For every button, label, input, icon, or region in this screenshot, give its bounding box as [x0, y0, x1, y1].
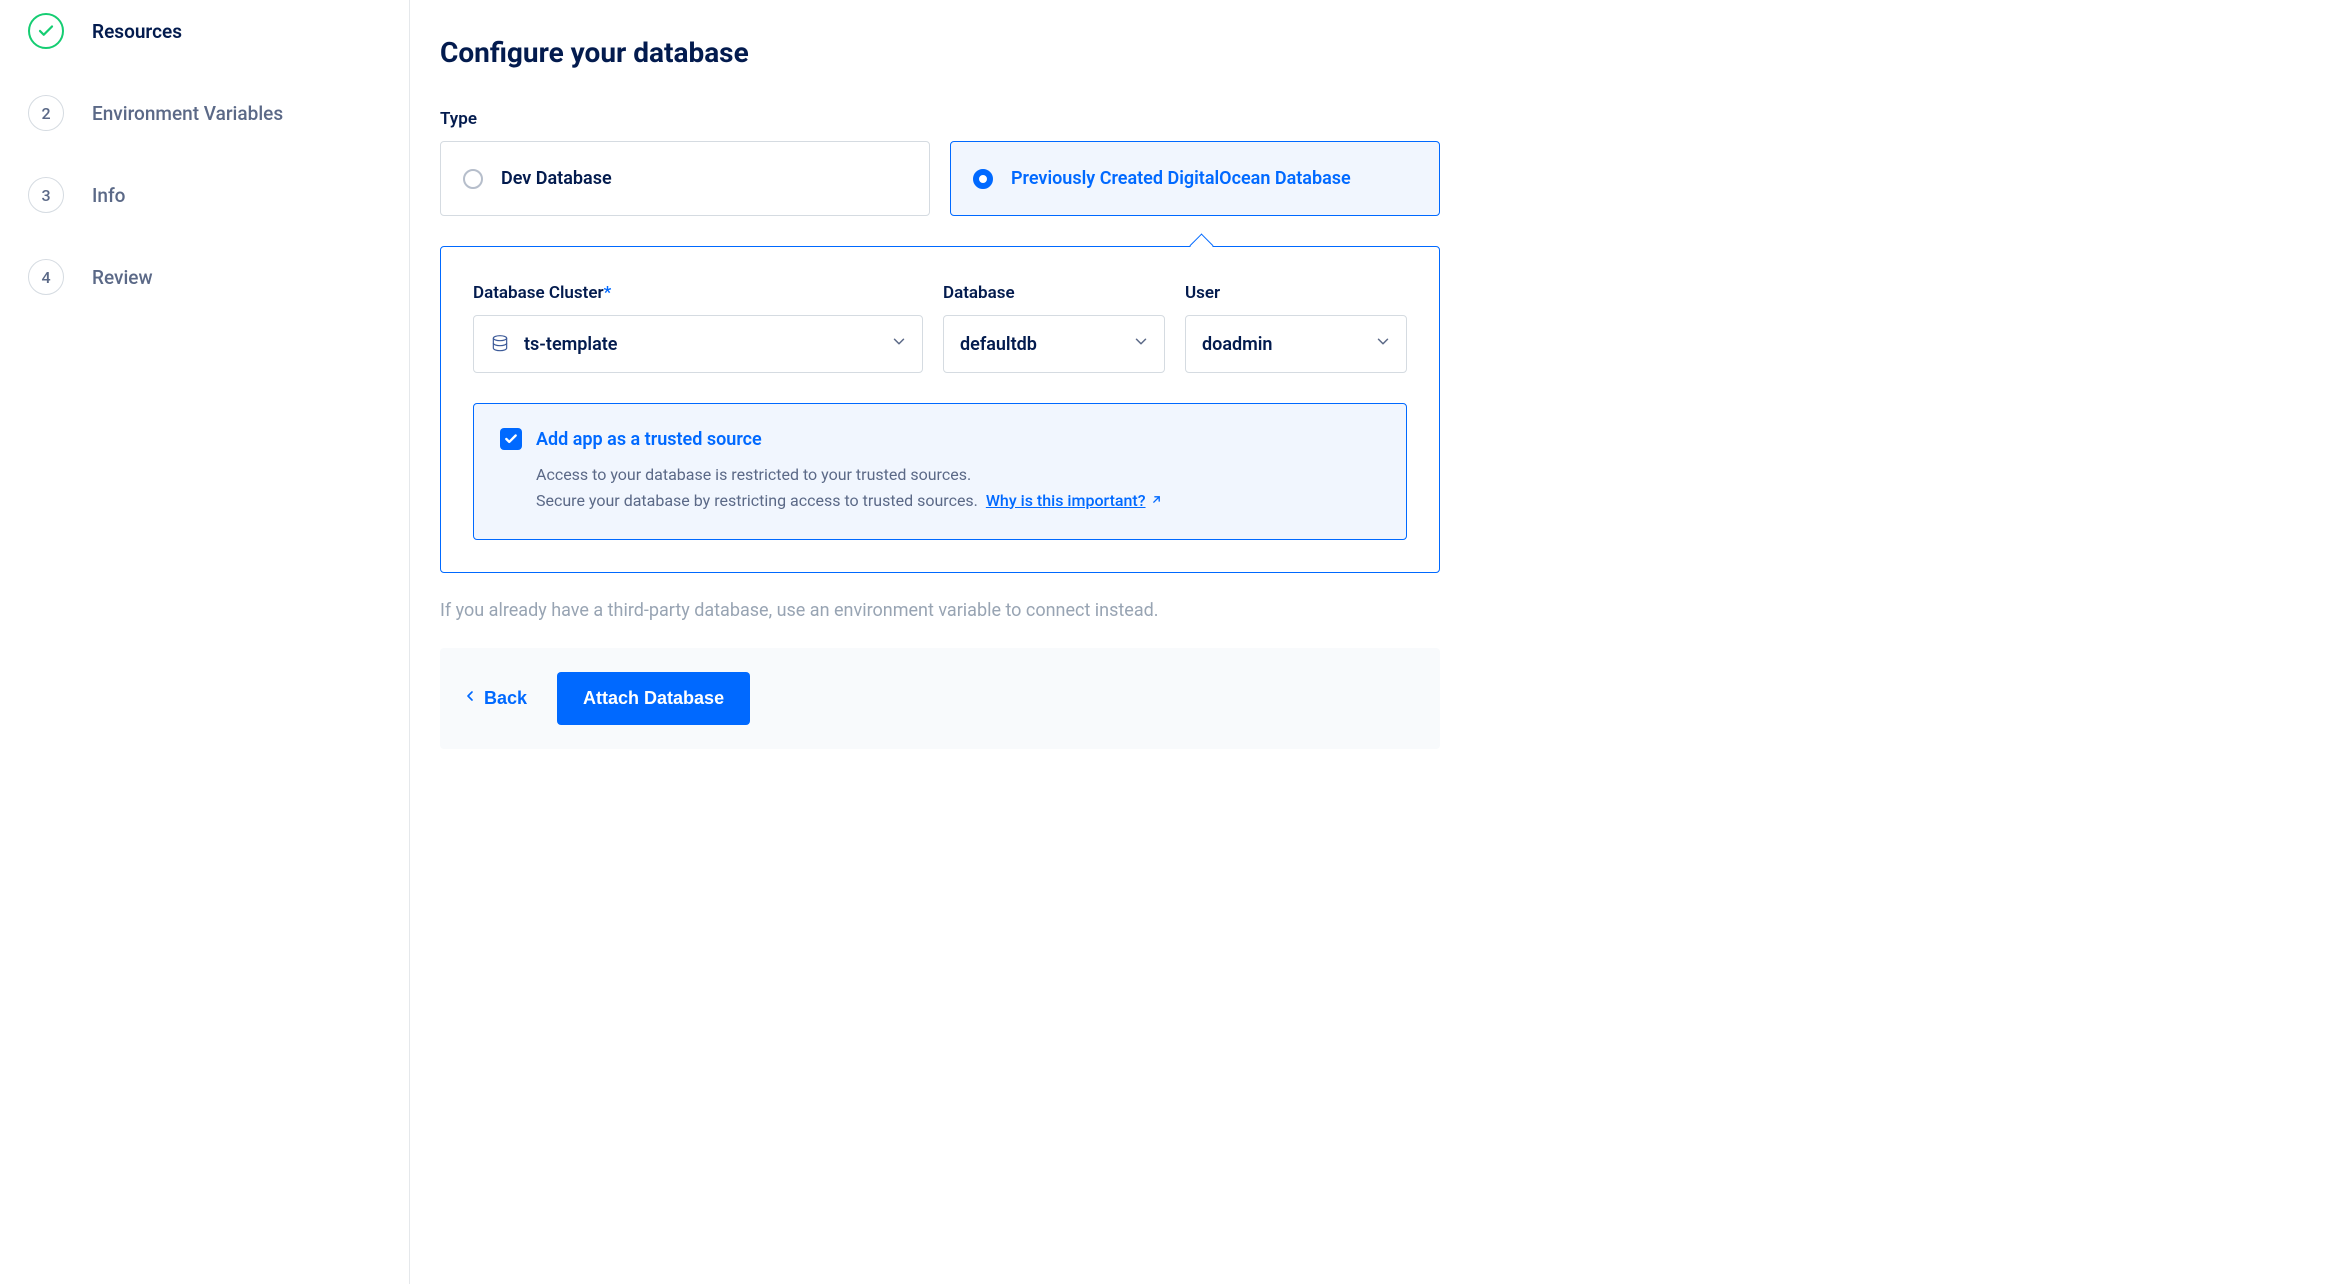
checkbox-checked-icon[interactable] — [500, 428, 522, 450]
chevron-left-icon — [462, 688, 478, 709]
required-icon: * — [604, 283, 612, 303]
config-panel: Database Cluster* ts-template Database — [440, 246, 1440, 573]
back-label: Back — [484, 688, 527, 709]
trusted-line-1: Access to your database is restricted to… — [536, 462, 1380, 488]
page-title: Configure your database — [440, 36, 1440, 69]
attach-database-button[interactable]: Attach Database — [557, 672, 750, 725]
why-important-link[interactable]: Why is this important? — [986, 488, 1163, 514]
back-button[interactable]: Back — [456, 678, 533, 719]
trusted-description: Access to your database is restricted to… — [536, 462, 1380, 513]
step-label: Info — [92, 184, 125, 207]
cluster-label: Database Cluster* — [473, 283, 923, 303]
step-resources[interactable]: Resources — [28, 0, 381, 62]
radio-label: Previously Created DigitalOcean Database — [1011, 168, 1351, 189]
database-select[interactable]: defaultdb — [943, 315, 1165, 373]
step-number-icon: 4 — [28, 259, 64, 295]
radio-icon — [463, 169, 483, 189]
radio-label: Dev Database — [501, 168, 612, 189]
radio-existing-database[interactable]: Previously Created DigitalOcean Database — [950, 141, 1440, 216]
step-number-icon: 2 — [28, 95, 64, 131]
external-link-icon — [1150, 488, 1163, 514]
radio-icon — [973, 169, 993, 189]
trusted-line-2-row: Secure your database by restricting acce… — [536, 488, 1380, 514]
step-label: Environment Variables — [92, 102, 283, 125]
chevron-down-icon — [1374, 333, 1392, 356]
select-row: Database Cluster* ts-template Database — [473, 283, 1407, 373]
third-party-hint: If you already have a third-party databa… — [440, 597, 1440, 624]
step-number-icon: 3 — [28, 177, 64, 213]
check-icon — [28, 13, 64, 49]
main-content: Configure your database Type Dev Databas… — [410, 0, 1470, 1284]
config-panel-wrap: Database Cluster* ts-template Database — [440, 246, 1440, 573]
user-label: User — [1185, 283, 1407, 303]
step-list: Resources 2 Environment Variables 3 Info… — [28, 0, 381, 308]
trusted-checkbox-row[interactable]: Add app as a trusted source — [500, 428, 1380, 450]
database-label: Database — [943, 283, 1165, 303]
type-label: Type — [440, 109, 1440, 129]
chevron-down-icon — [890, 333, 908, 356]
trusted-source-box: Add app as a trusted source Access to yo… — [473, 403, 1407, 540]
step-label: Review — [92, 266, 153, 289]
step-info[interactable]: 3 Info — [28, 164, 381, 226]
action-bar: Back Attach Database — [440, 648, 1440, 749]
user-field: User doadmin — [1185, 283, 1407, 373]
trusted-label: Add app as a trusted source — [536, 429, 762, 450]
user-select[interactable]: doadmin — [1185, 315, 1407, 373]
step-env-variables[interactable]: 2 Environment Variables — [28, 82, 381, 144]
step-review[interactable]: 4 Review — [28, 246, 381, 308]
database-icon — [490, 334, 510, 354]
database-value: defaultdb — [960, 334, 1037, 355]
radio-dev-database[interactable]: Dev Database — [440, 141, 930, 216]
wizard-sidebar: Resources 2 Environment Variables 3 Info… — [0, 0, 410, 1284]
cluster-select[interactable]: ts-template — [473, 315, 923, 373]
user-value: doadmin — [1202, 334, 1273, 355]
database-field: Database defaultdb — [943, 283, 1165, 373]
cluster-value: ts-template — [524, 334, 617, 355]
step-label: Resources — [92, 20, 182, 43]
cluster-field: Database Cluster* ts-template — [473, 283, 923, 373]
chevron-down-icon — [1132, 333, 1150, 356]
type-radio-group: Dev Database Previously Created DigitalO… — [440, 141, 1440, 216]
